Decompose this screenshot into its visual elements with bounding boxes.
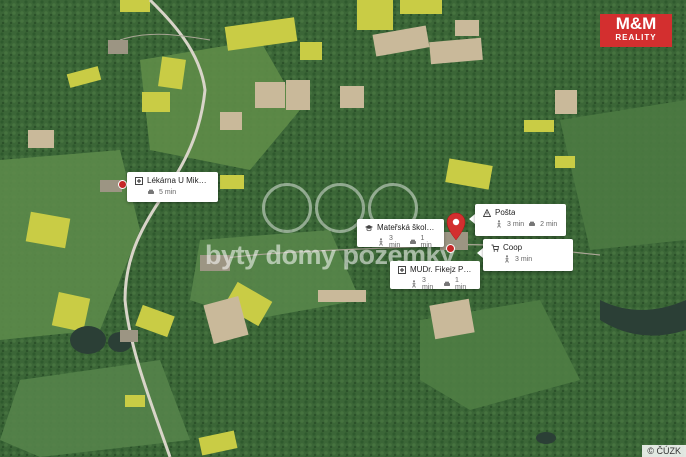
poi-connector-dot (118, 180, 127, 189)
walk-icon (412, 280, 416, 288)
poi-card-doctor[interactable]: MUDr. Fikejz Petr... 3 min 1 min (390, 261, 480, 291)
poi-name: Coop (503, 243, 523, 252)
poi-name: MUDr. Fikejz Petr... (410, 265, 472, 274)
poi-card-school[interactable]: Mateřská škola O... 3 min 1 min (357, 219, 444, 249)
logo-text: M&M (615, 14, 657, 33)
poi-card-shop[interactable]: Coop 3 min (483, 239, 573, 271)
poi-car-time: 2 min (540, 220, 558, 228)
car-icon (148, 189, 154, 194)
poi-name: Mateřská škola O... (377, 223, 436, 232)
poi-car-time: 1 min (420, 235, 432, 249)
poi-walk-time: 3 min (507, 220, 525, 228)
map-copyright: © ČÚZK (642, 445, 686, 457)
poi-name: Lékárna U Mikolá... (147, 176, 210, 185)
poi-walk-time: 3 min (515, 255, 533, 263)
logo-subtext: REALITY (615, 33, 657, 42)
poi-walk-time: 3 min (389, 235, 401, 249)
shop-icon (491, 244, 499, 252)
post-icon (483, 208, 491, 217)
car-icon (409, 239, 416, 244)
car-icon (529, 221, 536, 226)
walk-icon (497, 220, 501, 228)
walk-icon (379, 238, 383, 246)
poi-card-post[interactable]: Pošta 3 min 2 min (475, 204, 566, 236)
poi-car-time: 5 min (159, 188, 177, 196)
poi-connector-dot (446, 244, 455, 253)
walk-icon (505, 255, 509, 263)
pharmacy-icon (135, 176, 143, 185)
doctor-icon (398, 265, 406, 274)
poi-car-time: 1 min (455, 277, 467, 291)
poi-card-pharmacy[interactable]: Lékárna U Mikolá... 5 min (127, 172, 218, 202)
mm-reality-logo[interactable]: M&M REALITY (600, 14, 672, 47)
poi-name: Pošta (495, 208, 516, 217)
poi-walk-time: 3 min (422, 277, 434, 291)
car-icon (444, 281, 450, 286)
watermark-logo-icon (262, 183, 312, 233)
school-icon (365, 224, 373, 231)
